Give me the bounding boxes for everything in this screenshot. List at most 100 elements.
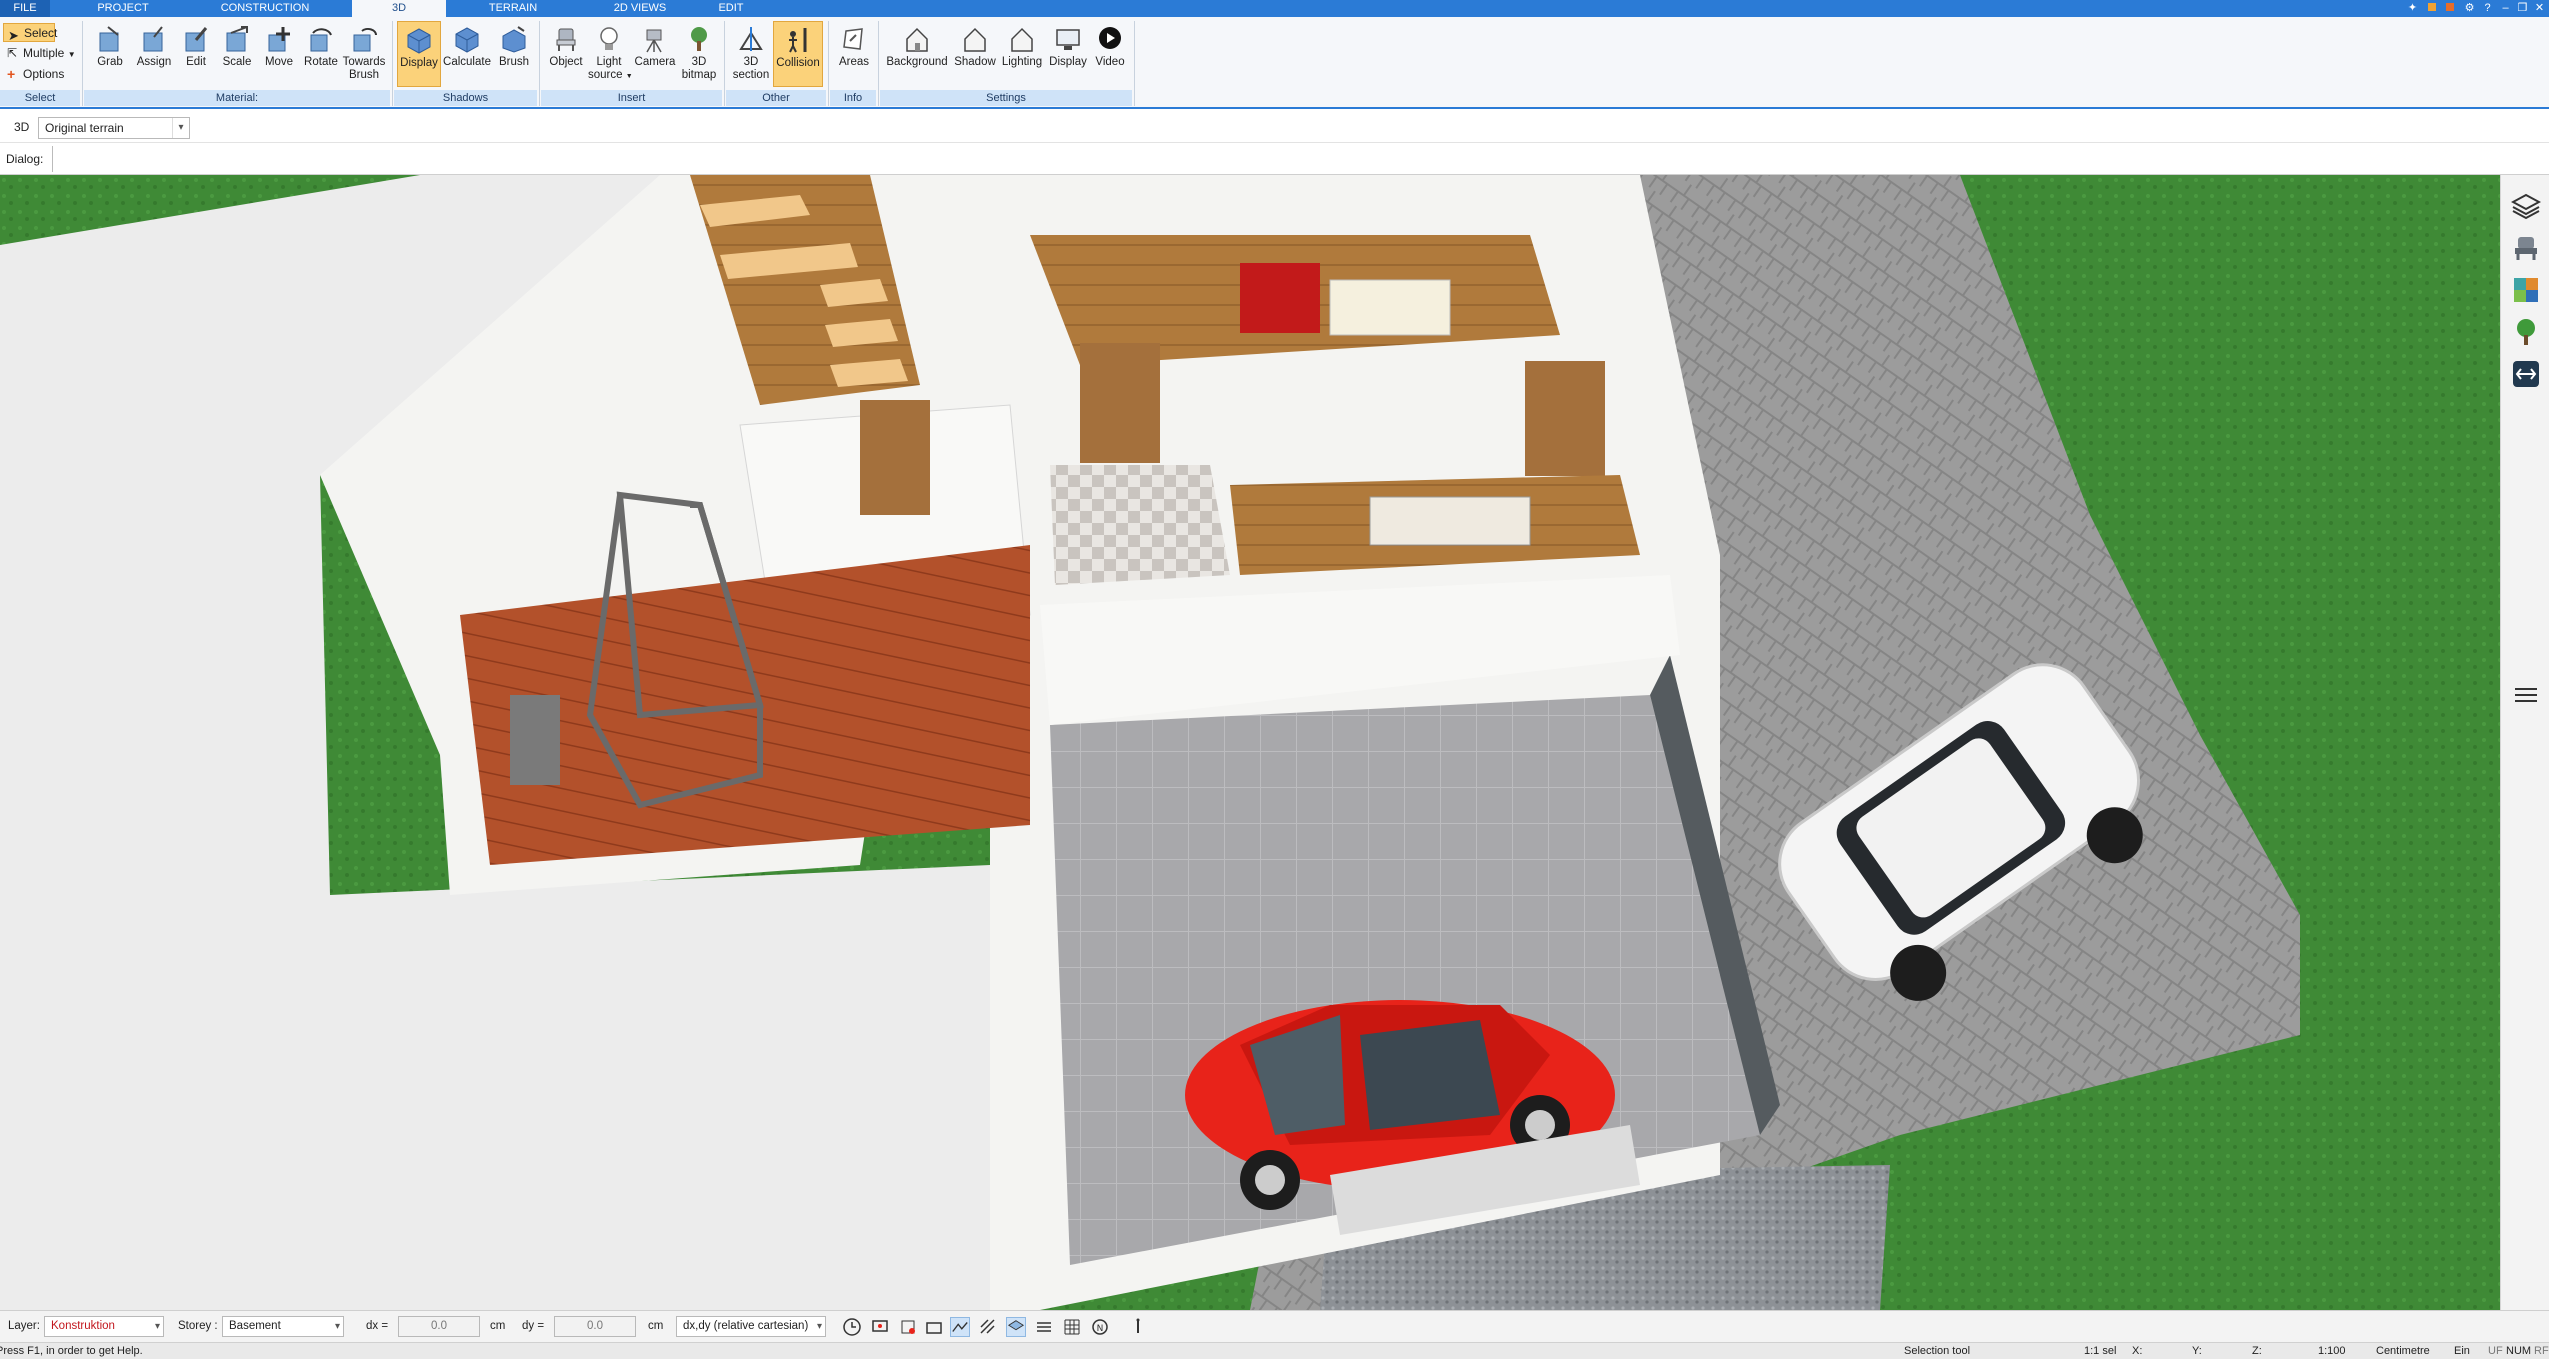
shadow-brush-button[interactable]: Brush	[493, 21, 535, 87]
close-icon[interactable]: ✕	[2532, 1, 2547, 15]
dialog-label: Dialog:	[6, 152, 44, 166]
restore-icon[interactable]: ❐	[2515, 1, 2530, 15]
terrain-icon[interactable]	[2511, 359, 2541, 389]
storey-label: Storey :	[178, 1320, 218, 1332]
scale-icon	[226, 26, 248, 52]
ribbon-tab-strip: FILE PROJECT CONSTRUCTION 3D TERRAIN 2D …	[0, 0, 2549, 17]
multiple-button[interactable]: ⇱ Multiple ▼	[3, 44, 79, 63]
assign-button[interactable]: Assign	[132, 21, 176, 87]
edit-material-button[interactable]: Edit	[176, 21, 216, 87]
settings-icon[interactable]: ⚙	[2462, 1, 2477, 15]
dialog-input[interactable]	[52, 146, 53, 172]
camera-label: Camera	[634, 56, 676, 68]
orange-square-icon[interactable]	[2424, 1, 2439, 15]
caps-lock: UF	[2488, 1345, 2503, 1357]
ribbon-separator	[878, 21, 879, 106]
layer-toggle-icon[interactable]	[1006, 1317, 1026, 1337]
help-icon[interactable]: ?	[2480, 1, 2495, 15]
view-mode-label: 3D	[14, 120, 30, 134]
collision-button[interactable]: Collision	[773, 21, 823, 87]
lighting-label: Lighting	[1001, 56, 1043, 68]
camera-small-icon[interactable]	[924, 1317, 944, 1337]
tab-terrain[interactable]: TERRAIN	[478, 0, 548, 17]
shadow-settings-label: Shadow	[954, 56, 996, 68]
scale-button[interactable]: Scale	[216, 21, 258, 87]
3d-scene[interactable]	[0, 175, 2500, 1310]
dx-unit: cm	[490, 1320, 506, 1332]
chevron-down-icon: ▾	[172, 118, 189, 138]
unit-readout: Centimetre	[2376, 1345, 2430, 1357]
coordinate-mode-select[interactable]: dx,dy (relative cartesian) ▾	[676, 1316, 826, 1337]
areas-icon	[843, 28, 863, 50]
clock-icon[interactable]	[842, 1317, 862, 1337]
select-button[interactable]: ➤ Select	[3, 23, 57, 43]
tab-file[interactable]: FILE	[0, 0, 50, 17]
north-icon[interactable]: N	[1090, 1317, 1110, 1337]
move-button[interactable]: Move	[258, 21, 300, 87]
texture-icon[interactable]	[2511, 275, 2541, 305]
screen-icon[interactable]	[870, 1317, 890, 1337]
tab-construction[interactable]: CONSTRUCTION	[215, 0, 315, 17]
tab-project[interactable]: PROJECT	[88, 0, 158, 17]
areas-button[interactable]: Areas	[834, 21, 874, 87]
bitmap-label: bitmap	[681, 69, 717, 81]
info-icon[interactable]	[1128, 1317, 1148, 1337]
display-settings-button[interactable]: Display	[1046, 21, 1090, 87]
chair-icon[interactable]	[2511, 233, 2541, 263]
lines-icon[interactable]	[1034, 1317, 1054, 1337]
ribbon-separator	[82, 21, 83, 106]
tools-icon[interactable]: ✦	[2405, 1, 2420, 15]
3d-bitmap-button[interactable]: 3D bitmap	[678, 21, 720, 87]
shadow-settings-button[interactable]: Shadow	[952, 21, 998, 87]
door	[860, 400, 930, 515]
calculate-label: Calculate	[443, 56, 491, 68]
background-button[interactable]: Background	[884, 21, 950, 87]
tab-3d[interactable]: 3D	[352, 0, 446, 17]
camera-button[interactable]: Camera	[632, 21, 678, 87]
bitmap-3d-label: 3D	[691, 56, 707, 68]
group-other-label: Other	[726, 90, 826, 106]
options-label: Options	[23, 67, 65, 81]
y-coordinate: Y:	[2192, 1345, 2202, 1357]
3d-section-button[interactable]: 3D section	[730, 21, 772, 87]
minimize-icon[interactable]: –	[2498, 1, 2513, 15]
display-settings-label: Display	[1049, 56, 1087, 68]
selection-count: 1:1 sel	[2084, 1345, 2117, 1357]
rotate-button[interactable]: Rotate	[300, 21, 342, 87]
ribbon-separator	[1134, 21, 1135, 106]
tab-2d-views[interactable]: 2D VIEWS	[600, 0, 680, 17]
hatch-icon[interactable]	[978, 1317, 998, 1337]
grid-icon[interactable]	[1062, 1317, 1082, 1337]
terrain-mode-icon[interactable]	[950, 1317, 970, 1337]
areas-label: Areas	[838, 56, 870, 68]
lighting-button[interactable]: Lighting	[998, 21, 1046, 87]
dy-input[interactable]: 0.0	[554, 1316, 636, 1337]
dx-input[interactable]: 0.0	[398, 1316, 480, 1337]
layer-select[interactable]: Konstruktion ▾	[44, 1316, 164, 1337]
towards-brush-button[interactable]: Towards Brush	[342, 21, 386, 87]
tab-edit[interactable]: EDIT	[706, 0, 756, 17]
tree-icon[interactable]	[2511, 317, 2541, 347]
light-source-button[interactable]: Light source ▼	[588, 21, 633, 87]
group-material-label: Material:	[84, 90, 390, 106]
shadow-display-button[interactable]: Display	[397, 21, 441, 87]
ribbon: ➤ Select ⇱ Multiple ▼ + Options Select G…	[0, 17, 2549, 109]
menu-icon[interactable]	[2511, 680, 2541, 710]
terrain-select[interactable]: Original terrain ▾	[38, 117, 190, 139]
video-button[interactable]: Video	[1090, 21, 1130, 87]
orange-tool-icon[interactable]	[2442, 1, 2457, 15]
storey-select[interactable]: Basement ▾	[222, 1316, 344, 1337]
stove	[510, 695, 560, 785]
collision-icon	[789, 28, 807, 53]
dy-unit: cm	[648, 1320, 664, 1332]
3d-viewport[interactable]	[0, 175, 2500, 1310]
grab-button[interactable]: Grab	[88, 21, 132, 87]
options-button[interactable]: + Options	[3, 65, 73, 84]
insert-object-button[interactable]: Object	[545, 21, 587, 87]
layer-value: Konstruktion	[51, 1320, 115, 1332]
group-shadows-label: Shadows	[394, 90, 537, 106]
layers-icon[interactable]	[2511, 191, 2541, 221]
snap-icon[interactable]	[898, 1317, 918, 1337]
shadow-calculate-button[interactable]: Calculate	[442, 21, 492, 87]
move-label: Move	[264, 56, 294, 68]
